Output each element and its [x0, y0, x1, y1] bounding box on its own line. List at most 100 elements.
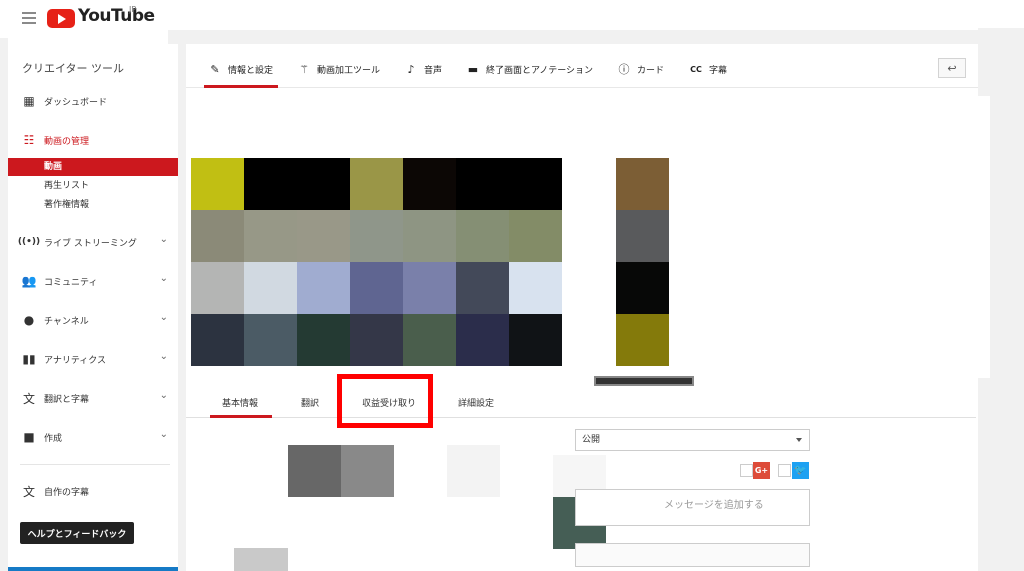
chevron-down-icon[interactable]: ⌄ [160, 312, 168, 323]
tab-audio[interactable]: ♪ 音声 [404, 58, 442, 80]
tab-label: 動画加工ツール [317, 65, 381, 76]
highlight-box [337, 374, 433, 428]
video-mosaic [456, 158, 509, 210]
video-mosaic [350, 158, 403, 210]
twitter-icon[interactable]: 🐦 [792, 462, 809, 479]
dashboard-icon: ▦ [23, 94, 35, 108]
tab-cards[interactable]: ⓘ カード [617, 58, 665, 80]
video-mosaic [191, 210, 244, 262]
pencil-icon: ✎ [210, 62, 220, 76]
translate-icon: 文 [22, 391, 35, 406]
magic-wand-icon: ⚚ [299, 62, 309, 76]
youtube-wordmark[interactable]: YouTube [78, 6, 155, 26]
chevron-down-icon[interactable]: ⌄ [160, 234, 168, 245]
sidebar-item-create[interactable]: ■ 作成 ⌄ [8, 426, 178, 448]
sidebar-item-analytics[interactable]: ▮▮ アナリティクス ⌄ [8, 348, 178, 370]
info-icon: ⓘ [618, 63, 630, 76]
chevron-down-icon [796, 438, 802, 442]
video-mosaic [244, 158, 297, 210]
cc-icon: CC [690, 64, 702, 74]
video-mosaic [191, 262, 244, 314]
sidebar-item-label: ダッシュボード [44, 97, 108, 108]
video-mosaic [403, 210, 456, 262]
sidebar-item-label: 自作の字幕 [44, 487, 90, 498]
analytics-icon: ▮▮ [22, 352, 36, 366]
tab-label: 情報と設定 [228, 65, 274, 76]
message-input[interactable]: メッセージを追加する [575, 489, 810, 526]
background-panel [178, 38, 186, 571]
video-mosaic [297, 314, 350, 366]
sidebar-item-dashboard[interactable]: ▦ ダッシュボード [8, 90, 178, 112]
tab-label: カード [637, 65, 665, 76]
sidebar-item-label: アナリティクス [44, 355, 107, 366]
twitter-checkbox[interactable] [778, 464, 791, 477]
video-mosaic [456, 314, 509, 366]
video-mosaic [509, 158, 562, 210]
thumbnail-mosaic [616, 210, 669, 262]
video-mosaic [297, 158, 350, 210]
sidebar-item-translate[interactable]: 文 翻訳と字幕 ⌄ [8, 387, 178, 409]
music-note-icon: ♪ [407, 62, 415, 76]
create-icon: ■ [23, 430, 35, 444]
video-mosaic [297, 262, 350, 314]
subtab-translation[interactable]: 翻訳 [301, 396, 319, 409]
tab-bar: ✎ 情報と設定 ⚚ 動画加工ツール ♪ 音声 ▬ 終了画面とアノテーション ⓘ … [186, 44, 978, 88]
help-feedback-button[interactable]: ヘルプとフィードバック [20, 522, 134, 544]
thumbnail-strip[interactable] [594, 376, 694, 386]
menu-icon[interactable] [22, 12, 36, 24]
sidebar-subitem-videos[interactable]: 動画 [8, 158, 178, 176]
sidebar-item-live-streaming[interactable]: ((•)) ライブ ストリーミング ⌄ [8, 231, 178, 253]
sidebar-item-label: 翻訳と字幕 [44, 394, 90, 405]
sidebar-item-community[interactable]: 👥 コミュニティ ⌄ [8, 270, 178, 292]
thumbnail-mosaic [616, 158, 669, 210]
back-arrow-icon[interactable]: ↩ [938, 58, 966, 78]
sidebar-subitem-copyright[interactable]: 著作権情報 [8, 196, 178, 214]
tab-label: 終了画面とアノテーション [486, 65, 594, 76]
video-mosaic [244, 210, 297, 262]
tab-enhancements[interactable]: ⚚ 動画加工ツール [297, 58, 380, 80]
active-subtab-indicator [210, 415, 272, 418]
video-mosaic [403, 314, 456, 366]
thumbnail-mosaic [341, 445, 394, 497]
divider [20, 464, 170, 465]
video-mosaic [403, 158, 456, 210]
sidebar-item-video-manager[interactable]: ☷ 動画の管理 [8, 129, 178, 151]
chevron-down-icon[interactable]: ⌄ [160, 351, 168, 362]
sidebar-item-label: 動画の管理 [44, 136, 90, 147]
chevron-down-icon[interactable]: ⌄ [160, 429, 168, 440]
chevron-down-icon[interactable]: ⌄ [160, 390, 168, 401]
chevron-down-icon[interactable]: ⌄ [160, 273, 168, 284]
video-mosaic [509, 262, 562, 314]
sidebar-item-own-subtitles[interactable]: 文 自作の字幕 [8, 480, 178, 502]
background-panel [168, 30, 978, 44]
video-mosaic [456, 210, 509, 262]
tab-subtitles[interactable]: CC 字幕 [689, 58, 727, 80]
subtab-basic-info[interactable]: 基本情報 [222, 396, 258, 409]
channel-icon: ● [23, 313, 35, 327]
thumbnail-mosaic [288, 445, 341, 497]
video-mosaic [191, 314, 244, 366]
gplus-checkbox[interactable] [740, 464, 753, 477]
thumbnail-mosaic [447, 445, 500, 497]
video-manager-icon: ☷ [23, 133, 35, 147]
sidebar-item-channel[interactable]: ● チャンネル ⌄ [8, 309, 178, 331]
sidebar: クリエイター ツール ▦ ダッシュボード ☷ 動画の管理 動画 再生リスト 著作… [8, 46, 178, 571]
video-mosaic [350, 314, 403, 366]
video-mosaic [509, 210, 562, 262]
sidebar-subitem-playlists[interactable]: 再生リスト [8, 177, 178, 195]
google-plus-icon[interactable]: G+ [753, 462, 770, 479]
sidebar-item-label: コミュニティ [44, 277, 98, 288]
active-tab-indicator [204, 85, 278, 88]
video-mosaic [244, 262, 297, 314]
translate-icon: 文 [22, 484, 35, 499]
youtube-logo-icon[interactable] [47, 9, 75, 28]
sidebar-item-label: チャンネル [44, 316, 89, 327]
video-mosaic [350, 210, 403, 262]
video-mosaic [509, 314, 562, 366]
message-placeholder: メッセージを追加する [664, 500, 764, 511]
visibility-select[interactable]: 公開 [575, 429, 810, 451]
text-input[interactable] [575, 543, 810, 567]
subtab-advanced-settings[interactable]: 詳細設定 [458, 396, 494, 409]
tab-info-settings[interactable]: ✎ 情報と設定 [208, 58, 273, 80]
tab-end-screen[interactable]: ▬ 終了画面とアノテーション [466, 58, 593, 80]
